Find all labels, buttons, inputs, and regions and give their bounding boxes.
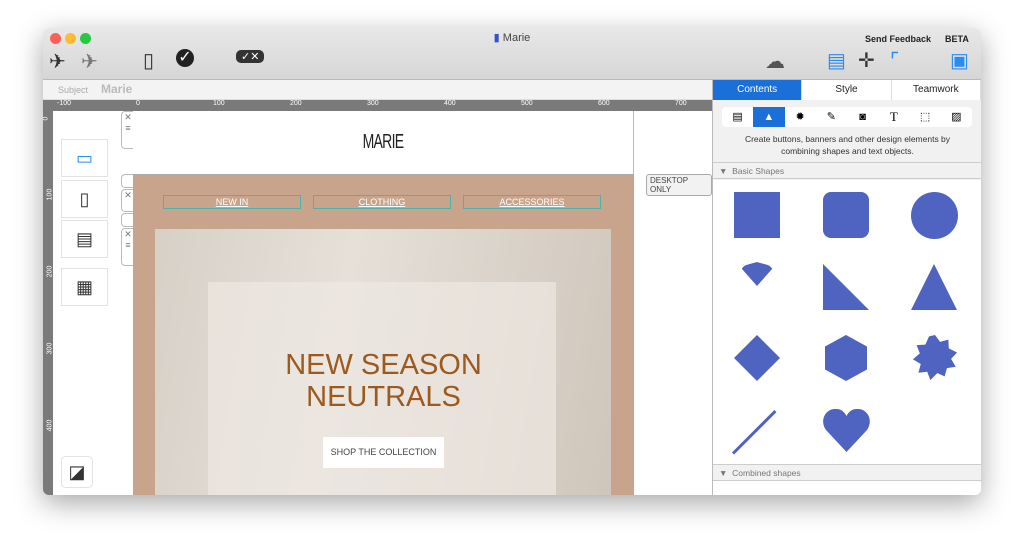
ruler-label: 400	[444, 100, 456, 107]
ruler-label: 600	[598, 100, 610, 107]
tab-style[interactable]: Style	[802, 80, 892, 100]
nav-bar: NEW IN CLOTHING ACCESSORIES	[133, 174, 634, 229]
beta-badge: BETA	[945, 34, 969, 44]
square-shape[interactable]	[734, 192, 780, 238]
line-shape[interactable]	[731, 410, 777, 455]
element-type-bar: ▤ ▲ ✹ ✎ ◙ T ⬚ ▨	[722, 107, 972, 127]
desktop-only-badge[interactable]: DESKTOP ONLY	[646, 174, 712, 196]
panel-tabs: Contents Style Teamwork	[713, 80, 981, 100]
hero-headline: NEW SEASON NEUTRALS	[133, 349, 634, 413]
brand-logo: MARIE	[362, 131, 405, 153]
titlebar: ▮ Marie ✈ ✈ ▯ ✓ ✓✕ ☁ ▤ ✛ ⌜ ▣ Send Feedba…	[43, 28, 981, 80]
selection-icon[interactable]: ⬚	[910, 107, 941, 127]
subject-bar: Subject Marie	[43, 80, 712, 100]
basic-shapes-header[interactable]: ▼ Basic Shapes	[713, 162, 981, 179]
ruler-label: 200	[290, 100, 302, 107]
cloud-icon[interactable]: ☁	[765, 49, 785, 74]
ruler-label: 100	[213, 100, 225, 107]
vertical-ruler: 0 100 200 300 400	[43, 111, 53, 495]
email-preview: MARIE NEW IN CLOTHING ACCESSORIES NEW SE…	[133, 111, 634, 495]
ruler-label: 0	[136, 100, 140, 107]
rounded-square-shape[interactable]	[823, 192, 869, 238]
window-title: ▮ Marie	[43, 31, 981, 44]
subject-input[interactable]: Marie	[101, 82, 132, 96]
app-window: ▮ Marie ✈ ✈ ▯ ✓ ✓✕ ☁ ▤ ✛ ⌜ ▣ Send Feedba…	[43, 28, 981, 495]
tab-teamwork[interactable]: Teamwork	[892, 80, 981, 100]
document-icon: ▮	[493, 32, 500, 44]
send-test-icon[interactable]: ✈	[49, 49, 66, 74]
ruler-label: -100	[57, 100, 72, 107]
right-triangle-shape[interactable]	[823, 264, 869, 310]
ruler-label: 300	[367, 100, 379, 107]
ruler-label: 0	[43, 116, 50, 121]
panel-description: Create buttons, banners and other design…	[744, 134, 951, 156]
move-icon[interactable]: ✛	[858, 48, 875, 73]
sector-shape[interactable]	[740, 262, 774, 286]
horizontal-ruler: -100 0 100 200 300 400 500 600 700	[43, 100, 712, 111]
device-preview-icon[interactable]: ▯	[143, 48, 154, 73]
ruler-icon[interactable]: ⌜	[890, 48, 899, 73]
sidebar-toggle-icon[interactable]: ▣	[950, 48, 969, 73]
subject-label: Subject	[58, 85, 89, 95]
star-shape[interactable]	[912, 335, 958, 381]
layers-icon[interactable]: ◪	[61, 456, 93, 488]
desktop-view-icon[interactable]: ▭	[61, 139, 108, 177]
text-view-icon[interactable]: ▤	[61, 220, 108, 258]
section-label: Combined shapes	[732, 468, 801, 478]
brush-icon[interactable]: ✎	[816, 107, 847, 127]
ruler-label: 700	[675, 100, 687, 107]
shapes-icon[interactable]: ▲	[753, 107, 785, 127]
right-panel: Contents Style Teamwork ▤ ▲ ✹ ✎ ◙ T ⬚ ▨ …	[712, 80, 981, 495]
combined-shapes-header[interactable]: ▼ Combined shapes	[713, 464, 981, 481]
nav-accessories[interactable]: ACCESSORIES	[463, 195, 601, 209]
nav-new-in[interactable]: NEW IN	[163, 195, 301, 209]
canvas: ▭ ▯ ▤ ▦ ◪ ✕ ≡ ✕ ✕ ≡ MARIE NEW IN CLOTHING …	[53, 111, 712, 495]
send-campaign-icon[interactable]: ✈	[81, 49, 98, 74]
send-feedback-link[interactable]: Send Feedback	[865, 34, 931, 44]
diamond-shape[interactable]	[734, 335, 780, 381]
headline-line: NEUTRALS	[306, 381, 461, 413]
section-label: Basic Shapes	[732, 166, 785, 176]
check-icon[interactable]: ✓	[176, 49, 194, 67]
mobile-view-icon[interactable]: ▯	[61, 180, 108, 218]
combined-shapes-grid	[713, 481, 981, 495]
inbox-preview-icon[interactable]: ▦	[61, 268, 108, 306]
approve-reject-icon[interactable]: ✓✕	[236, 50, 265, 63]
headline-line: NEW SEASON	[285, 349, 482, 381]
window-title-text: Marie	[502, 32, 531, 44]
image-icon[interactable]: ▨	[941, 107, 972, 127]
block-icon[interactable]: ▤	[722, 107, 753, 127]
triangle-shape[interactable]	[911, 264, 957, 310]
shapes-grid	[713, 180, 981, 464]
layout-blocks-icon[interactable]: ▤	[827, 48, 846, 73]
heart-shape[interactable]	[823, 408, 870, 452]
circle-shape[interactable]	[911, 192, 958, 239]
video-icon[interactable]: ◙	[847, 107, 878, 127]
shop-collection-button[interactable]: SHOP THE COLLECTION	[323, 437, 444, 468]
tab-contents[interactable]: Contents	[713, 80, 803, 100]
nav-clothing[interactable]: CLOTHING	[313, 195, 451, 209]
ruler-label: 500	[521, 100, 533, 107]
badge-icon[interactable]: ✹	[785, 107, 816, 127]
text-icon[interactable]: T	[878, 107, 909, 127]
hexagon-shape[interactable]	[825, 335, 867, 381]
hero-section: NEW SEASON NEUTRALS SHOP THE COLLECTION	[133, 229, 634, 495]
